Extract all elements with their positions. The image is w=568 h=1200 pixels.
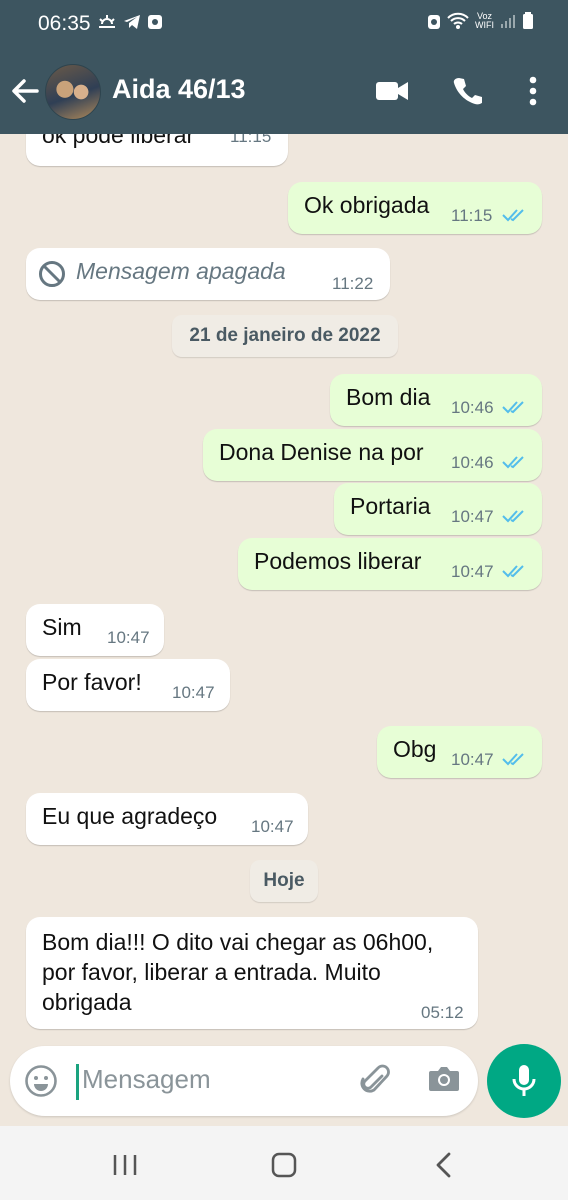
mic-button[interactable] [487, 1044, 561, 1118]
message-outgoing[interactable]: Dona Denise na por 10:46 [203, 429, 542, 481]
message-outgoing[interactable]: Ok obrigada 11:15 [288, 182, 542, 234]
camera-icon[interactable] [428, 1065, 460, 1093]
message-composer: Mensagem [10, 1046, 478, 1116]
status-icons-left [97, 13, 163, 31]
message-time: 11:15 [230, 134, 272, 146]
double-check-icon [502, 209, 524, 222]
message-time: 10:47 [451, 507, 494, 526]
double-check-icon [502, 456, 524, 469]
status-icons-right: Voz WIFI [427, 12, 534, 30]
message-incoming[interactable]: ok pode liberar 11:15 [26, 134, 288, 166]
message-text: Portaria [350, 493, 431, 519]
message-text: Ok obrigada [304, 192, 430, 218]
message-time: 10:47 [172, 683, 215, 702]
message-text: Por favor! [42, 669, 142, 695]
voice-call-icon[interactable] [452, 76, 482, 106]
chat-header: Aida 46/13 [0, 48, 568, 134]
message-time: 05:12 [421, 1003, 464, 1022]
more-options-icon[interactable] [528, 76, 538, 106]
message-text: Eu que agradeço [42, 803, 218, 829]
message-text: Bom dia [346, 384, 431, 410]
voz-wifi-label: Voz WIFI [475, 12, 494, 30]
date-separator: 21 de janeiro de 2022 [172, 315, 398, 357]
contact-name[interactable]: Aida 46/13 [112, 74, 246, 105]
home-icon[interactable] [271, 1152, 297, 1178]
emoji-icon[interactable] [24, 1064, 58, 1098]
message-text-line2: por favor, liberar a entrada. Muito [42, 959, 381, 985]
message-time: 10:46 [451, 398, 494, 417]
status-bar: 06:35 Voz WIFI [0, 0, 568, 48]
date-separator: Hoje [250, 860, 318, 902]
message-outgoing[interactable]: Obg 10:47 [377, 726, 542, 778]
message-time: 10:46 [451, 453, 494, 472]
back-nav-icon[interactable] [434, 1152, 452, 1178]
contact-avatar[interactable] [45, 64, 101, 120]
attach-icon[interactable] [360, 1064, 392, 1098]
message-input[interactable]: Mensagem [82, 1064, 211, 1095]
telegram-icon [124, 15, 140, 29]
wifi-label: WIFI [475, 20, 494, 30]
message-time: 11:15 [451, 206, 493, 225]
message-text: Mensagem apagada [76, 258, 286, 284]
message-outgoing[interactable]: Podemos liberar 10:47 [238, 538, 542, 590]
chat-area[interactable]: ok pode liberar 11:15 Ok obrigada 11:15 … [0, 134, 568, 1044]
status-time: 06:35 [38, 12, 91, 35]
message-incoming[interactable]: Eu que agradeço 10:47 [26, 793, 308, 845]
message-time: 10:47 [451, 562, 494, 581]
message-text: Obg [393, 736, 437, 762]
signal-icon [501, 15, 515, 28]
double-check-icon [502, 753, 524, 766]
double-check-icon [502, 401, 524, 414]
message-text-line3: obrigada [42, 989, 132, 1015]
message-outgoing[interactable]: Bom dia 10:46 [330, 374, 542, 426]
recent-apps-icon[interactable] [112, 1153, 138, 1177]
message-incoming[interactable]: Bom dia!!! O dito vai chegar as 06h00, p… [26, 917, 478, 1029]
message-time: 10:47 [451, 750, 494, 769]
message-text-line1: Bom dia!!! O dito vai chegar as 06h00, [42, 929, 434, 955]
message-incoming[interactable]: Sim 10:47 [26, 604, 164, 656]
sunrise-icon [99, 15, 115, 28]
message-time: 10:47 [107, 628, 150, 647]
double-check-icon [502, 510, 524, 523]
mic-icon [512, 1065, 536, 1096]
message-incoming[interactable]: Por favor! 10:47 [26, 659, 230, 711]
text-cursor [76, 1064, 79, 1100]
battery-icon [523, 12, 533, 29]
message-time: 11:22 [332, 274, 374, 293]
double-check-icon [502, 565, 524, 578]
notification-app-icon [148, 15, 162, 29]
message-deleted[interactable]: Mensagem apagada 11:22 [26, 248, 390, 300]
message-text: ok pode liberar [42, 134, 195, 148]
message-outgoing[interactable]: Portaria 10:47 [334, 483, 542, 535]
message-text: Podemos liberar [254, 548, 422, 574]
system-navigation-bar [0, 1126, 568, 1200]
video-call-icon[interactable] [375, 78, 409, 104]
message-text: Sim [42, 614, 82, 640]
message-text: Dona Denise na por [219, 439, 424, 465]
deleted-message-icon [39, 261, 65, 287]
alarm-icon [428, 15, 440, 29]
wifi-icon [447, 12, 469, 29]
back-arrow-icon[interactable] [10, 76, 40, 106]
message-time: 10:47 [251, 817, 294, 836]
